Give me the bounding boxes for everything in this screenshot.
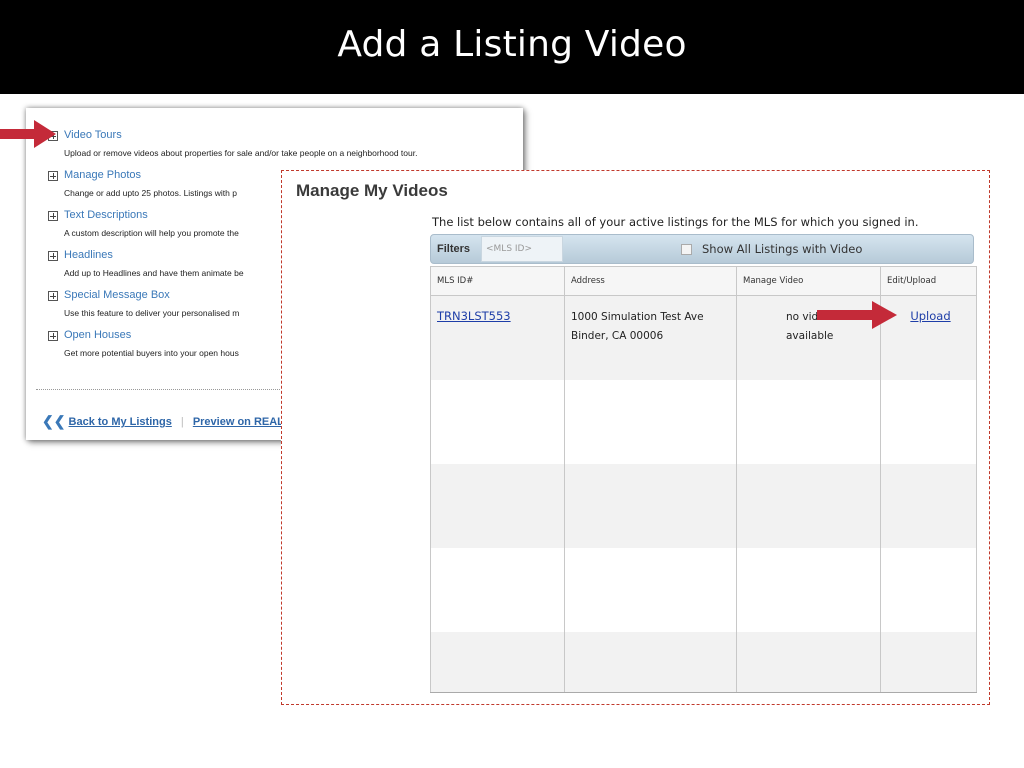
feature-title[interactable]: Headlines: [64, 249, 113, 262]
feature-description: Use this feature to deliver your persona…: [64, 308, 240, 318]
red-arrow-icon: [0, 120, 56, 148]
red-arrow-icon: [817, 301, 897, 329]
expand-plus-icon[interactable]: [48, 331, 58, 341]
table-row: [430, 380, 977, 464]
mls-id-cell: TRN3LST553: [430, 295, 565, 380]
intro-text: The list below contains all of your acti…: [432, 215, 919, 229]
column-header-address: Address: [564, 266, 737, 296]
feature-title[interactable]: Open Houses: [64, 329, 131, 342]
link-separator: |: [180, 416, 184, 428]
table-row: [430, 548, 977, 632]
table-header-row: MLS ID# Address Manage Video Edit/Upload: [430, 266, 977, 296]
preview-link[interactable]: Preview on REALT: [193, 416, 290, 428]
mls-id-filter-input[interactable]: <MLS ID>: [481, 236, 563, 262]
feature-title[interactable]: Video Tours: [64, 129, 122, 142]
expand-plus-icon[interactable]: [48, 291, 58, 301]
feature-title[interactable]: Special Message Box: [64, 289, 170, 302]
panel-title: Manage My Videos: [296, 181, 448, 200]
feature-title[interactable]: Text Descriptions: [64, 209, 148, 222]
table-row: [430, 632, 977, 693]
column-header-mls-id: MLS ID#: [430, 266, 565, 296]
column-header-manage-video: Manage Video: [736, 266, 881, 296]
manage-videos-panel: Manage My Videos The list below contains…: [281, 170, 990, 705]
mls-id-link[interactable]: TRN3LST553: [437, 309, 511, 323]
feature-description: Upload or remove videos about properties…: [64, 148, 418, 158]
address-line-2: Binder, CA 00006: [571, 330, 664, 342]
address-cell: 1000 Simulation Test Ave Binder, CA 0000…: [564, 295, 737, 380]
slide-title: Add a Listing Video: [337, 24, 687, 65]
table-row: [430, 464, 977, 548]
show-all-label[interactable]: Show All Listings with Video: [702, 242, 862, 256]
filters-label: Filters: [437, 243, 471, 255]
expand-plus-icon[interactable]: [48, 171, 58, 181]
back-to-listings-link[interactable]: Back to My Listings: [69, 416, 172, 428]
show-all-checkbox[interactable]: [681, 244, 692, 255]
address-text: 1000 Simulation Test Ave Binder, CA 0000…: [571, 308, 704, 346]
feature-description: Add up to Headlines and have them animat…: [64, 268, 244, 278]
feature-description: Change or add upto 25 photos. Listings w…: [64, 188, 237, 198]
double-chevron-left-icon[interactable]: ❮❮: [42, 413, 65, 429]
feature-description: Get more potential buyers into your open…: [64, 348, 239, 358]
feature-title[interactable]: Manage Photos: [64, 169, 141, 182]
expand-plus-icon[interactable]: [48, 211, 58, 221]
filter-bar: Filters <MLS ID> Show All Listings with …: [430, 234, 974, 264]
column-header-edit-upload: Edit/Upload: [880, 266, 977, 296]
expand-plus-icon[interactable]: [48, 251, 58, 261]
listing-footer-links: ❮❮ Back to My Listings | Preview on REAL…: [42, 412, 290, 429]
address-line-1: 1000 Simulation Test Ave: [571, 311, 704, 323]
feature-description: A custom description will help you promo…: [64, 228, 239, 238]
slide-title-bar: Add a Listing Video: [0, 0, 1024, 94]
